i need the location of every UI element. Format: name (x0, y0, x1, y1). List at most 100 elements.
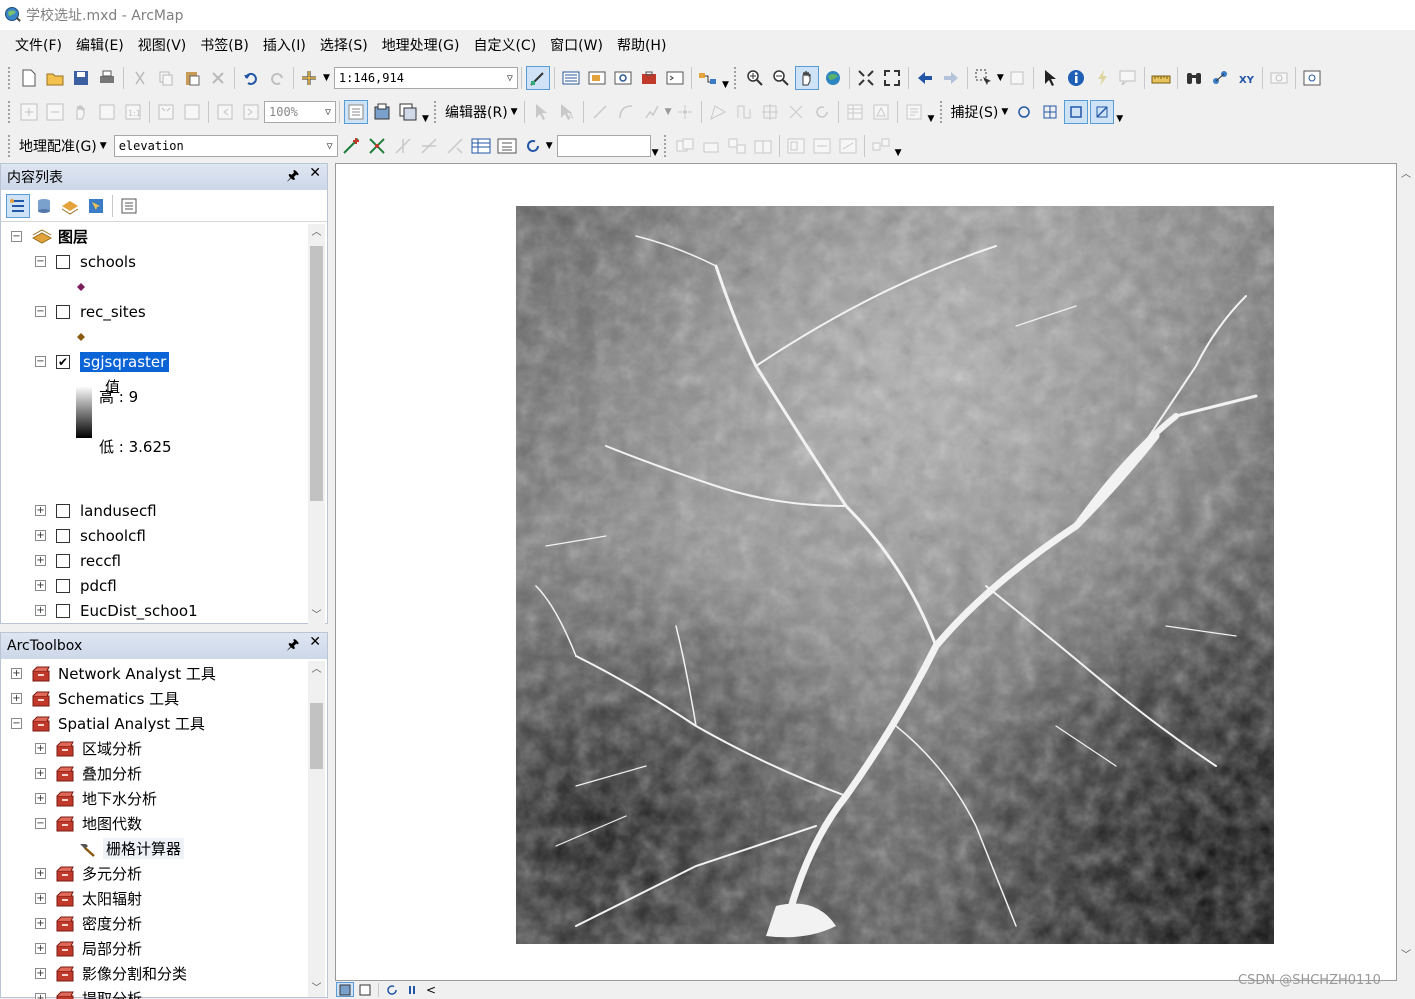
toc-layer-row[interactable]: −rec_sites (35, 299, 146, 324)
menu-item[interactable]: 选择(S) (313, 34, 375, 58)
toolbox-row[interactable]: +密度分析 (35, 911, 142, 936)
scroll-up-icon[interactable]: ︿ (1401, 165, 1411, 180)
scroll-down-icon[interactable]: ﹀ (308, 607, 325, 624)
collapse-icon[interactable]: − (11, 718, 22, 729)
go-forward-extent-layout-icon[interactable] (239, 100, 263, 124)
georef-toolbar-options-icon[interactable]: ▼ (651, 134, 660, 158)
toolbar-options-icon[interactable]: ▼ (721, 66, 730, 90)
add-control-points-icon[interactable] (339, 134, 363, 158)
toolbox-row[interactable]: +多元分析 (35, 861, 142, 886)
layer-visibility-checkbox[interactable] (56, 305, 70, 319)
time-slider-icon[interactable] (1267, 66, 1291, 90)
pause-drawing-icon[interactable] (403, 982, 421, 997)
toolbox-row[interactable]: −地图代数 (35, 811, 142, 836)
layout-zoom-in-icon[interactable] (17, 100, 41, 124)
data-view-icon[interactable] (336, 982, 354, 997)
layer-visibility-checkbox[interactable] (56, 255, 70, 269)
toc-scrollbar[interactable]: ︿ ﹀ (308, 224, 325, 624)
edit-vertices-icon[interactable] (706, 100, 730, 124)
layer-visibility-checkbox[interactable]: ✔ (56, 355, 70, 369)
toc-layer-row[interactable]: +schoolcfl (35, 523, 146, 548)
new-document-icon[interactable] (17, 66, 41, 90)
delete-link-icon[interactable] (443, 134, 467, 158)
edit-tool-icon[interactable] (529, 100, 553, 124)
align-to-shape-icon[interactable] (784, 134, 808, 158)
edge-match-icon[interactable] (836, 134, 860, 158)
focus-data-frame-icon[interactable] (370, 100, 394, 124)
layout-zoom-out-icon[interactable] (43, 100, 67, 124)
expand-icon[interactable]: + (35, 555, 46, 566)
toolbox-row[interactable]: +Network Analyst 工具 (11, 661, 216, 686)
toolbox-row[interactable]: +提取分析 (35, 986, 142, 999)
identify-icon[interactable] (1064, 66, 1088, 90)
find-binoculars-icon[interactable] (1182, 66, 1206, 90)
toolbar-grip[interactable] (8, 67, 12, 89)
select-features-dropdown-icon[interactable]: ▼ (997, 73, 1004, 83)
full-extent-globe-icon[interactable] (821, 66, 845, 90)
topology-icon[interactable] (869, 134, 893, 158)
cut-polygons-icon[interactable] (758, 100, 782, 124)
close-icon[interactable]: ✕ (309, 634, 321, 658)
buffer-icon[interactable] (725, 134, 749, 158)
zoom-in-icon[interactable] (743, 66, 767, 90)
spatial-adjust-icon[interactable] (673, 134, 697, 158)
toolbox-row[interactable]: +地下水分析 (35, 786, 157, 811)
find-route-icon[interactable] (1208, 66, 1232, 90)
georeferencing-menu[interactable]: 地理配准(G)▼ (16, 136, 110, 156)
layer-visibility-checkbox[interactable] (56, 579, 70, 593)
straight-segment-icon[interactable] (588, 100, 612, 124)
zoom-100-icon[interactable]: 1:1 (121, 100, 145, 124)
toolbox-row[interactable]: +影像分割和分类 (35, 961, 187, 986)
attributes-icon[interactable] (843, 100, 867, 124)
edge-snapping-icon[interactable] (1090, 100, 1114, 124)
toc-layer-row[interactable]: +landusecfl (35, 498, 157, 523)
expand-icon[interactable]: + (11, 693, 22, 704)
create-viewer-window-icon[interactable] (1300, 66, 1324, 90)
layout-toolbar-options-icon[interactable]: ▼ (421, 100, 430, 124)
undo-icon[interactable] (239, 66, 263, 90)
construction-dropdown-icon[interactable]: ▼ (665, 107, 672, 117)
editor-menu[interactable]: 编辑器(R)▼ (442, 102, 521, 122)
layer-name[interactable]: pdcfl (80, 577, 117, 595)
pin-icon[interactable]: 🖈 (286, 634, 299, 658)
collapse-icon[interactable]: − (35, 256, 46, 267)
snapping-toolbar-options-icon[interactable]: ▼ (1115, 100, 1124, 124)
copy-icon[interactable] (154, 66, 178, 90)
expand-icon[interactable]: + (35, 893, 46, 904)
go-back-extent-layout-icon[interactable] (213, 100, 237, 124)
add-data-icon[interactable] (298, 66, 322, 90)
menu-item[interactable]: 编辑(E) (69, 34, 131, 58)
expand-icon[interactable]: + (35, 530, 46, 541)
scroll-left-icon[interactable]: < (426, 983, 436, 997)
menu-item[interactable]: 自定义(C) (466, 34, 543, 58)
fixed-zoom-out-icon[interactable] (880, 66, 904, 90)
collapse-icon[interactable]: − (35, 818, 46, 829)
spatial-adjust-toolbar-options-icon[interactable]: ▼ (894, 134, 903, 158)
toolbox-row[interactable]: +Schematics 工具 (11, 686, 179, 711)
zoom-to-selected-link-icon[interactable] (417, 134, 441, 158)
cut-icon[interactable] (128, 66, 152, 90)
toggle-draft-mode-icon[interactable] (344, 100, 368, 124)
trace-icon[interactable] (640, 100, 664, 124)
fixed-zoom-out-layout-icon[interactable] (180, 100, 204, 124)
html-popup-icon[interactable] (1116, 66, 1140, 90)
union-icon[interactable] (751, 134, 775, 158)
layer-name[interactable]: sgjsqraster (80, 352, 169, 372)
merge-icon[interactable] (699, 134, 723, 158)
auto-adjust-icon[interactable] (365, 134, 389, 158)
toolbox-row[interactable]: +叠加分析 (35, 761, 142, 786)
rotate-dropdown-arrow-icon[interactable]: ▼ (546, 141, 553, 151)
end-snapping-icon[interactable] (1038, 100, 1062, 124)
search-window-icon[interactable] (611, 66, 635, 90)
list-by-source-icon[interactable] (32, 194, 56, 218)
menu-item[interactable]: 书签(B) (193, 34, 256, 58)
menu-item[interactable]: 地理处理(G) (375, 34, 467, 58)
layer-name[interactable]: landusecfl (80, 502, 157, 520)
expand-icon[interactable]: + (35, 580, 46, 591)
catalog-window-icon[interactable] (585, 66, 609, 90)
menu-item[interactable]: 文件(F) (8, 34, 69, 58)
expand-icon[interactable]: + (11, 668, 22, 679)
zoom-out-icon[interactable] (769, 66, 793, 90)
expand-icon[interactable]: + (35, 993, 46, 999)
toc-layer-row[interactable]: +EucDist_schoo1 (35, 598, 198, 622)
